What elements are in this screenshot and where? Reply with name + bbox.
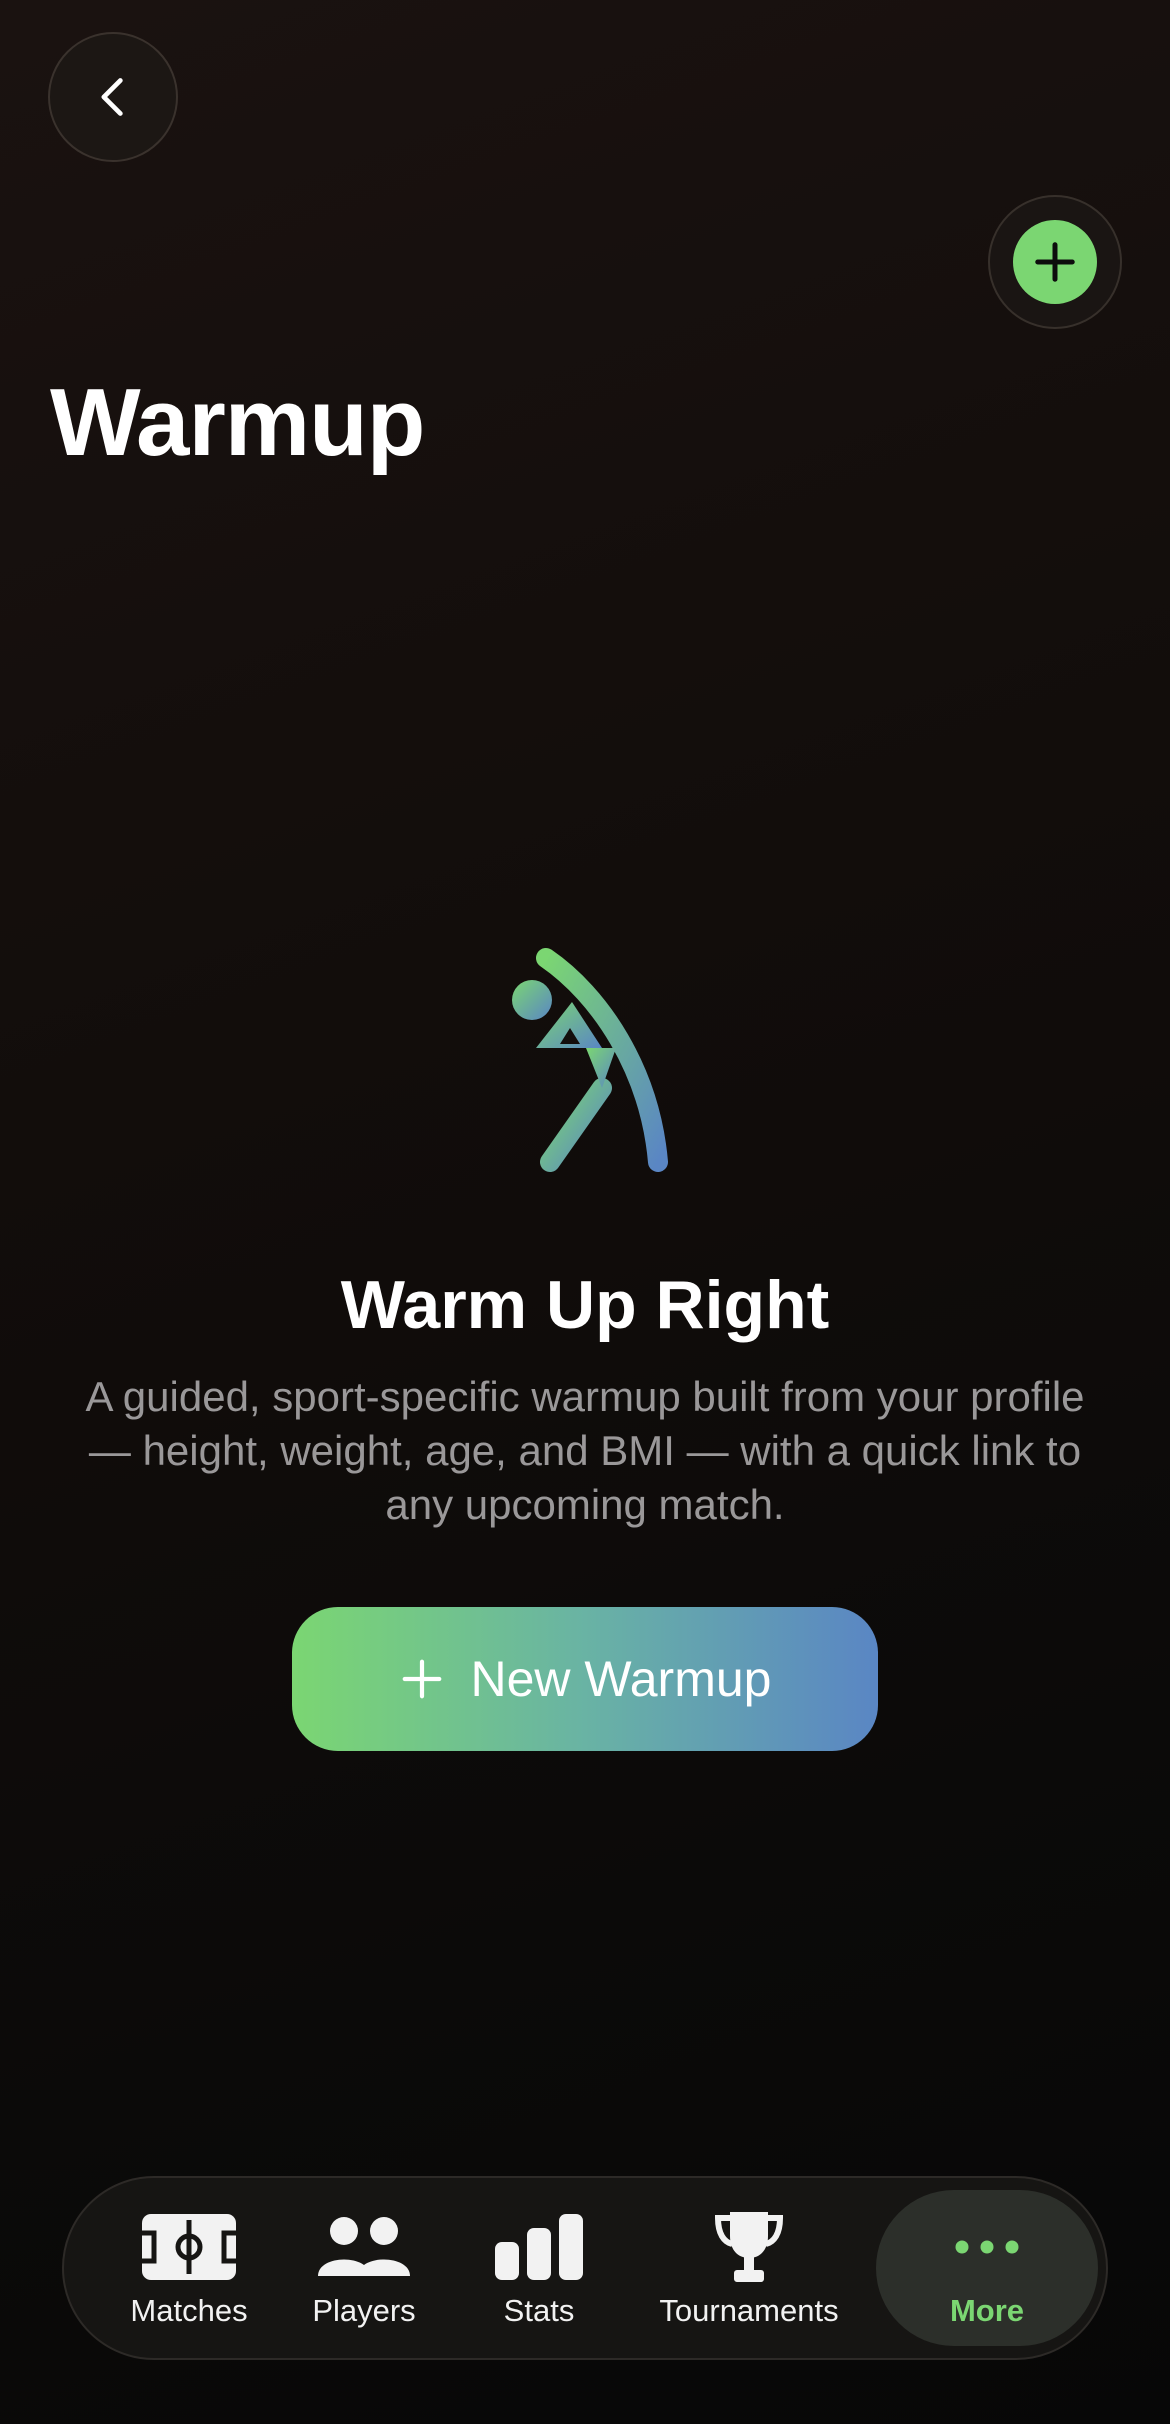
empty-state-description: A guided, sport-specific warmup built fr… <box>85 1373 1085 1528</box>
tab-matches-label: Matches <box>130 2293 248 2328</box>
add-button-circle <box>1013 220 1097 304</box>
add-warmup-button[interactable] <box>988 195 1122 329</box>
chevron-left-icon <box>101 78 123 116</box>
new-warmup-label: New Warmup <box>470 1651 772 1707</box>
tab-matches[interactable]: Matches <box>104 2178 274 2358</box>
plus-icon <box>1035 242 1075 282</box>
tab-more-label: More <box>949 2293 1025 2328</box>
page-title: Warmup <box>50 369 425 476</box>
new-warmup-button[interactable]: New Warmup <box>292 1607 878 1751</box>
stretching-figure-icon <box>490 940 680 1180</box>
tab-players[interactable]: Players <box>289 2178 439 2358</box>
ellipsis-icon <box>955 2207 1019 2287</box>
bar-chart-icon <box>495 2207 583 2287</box>
trophy-icon <box>714 2207 784 2287</box>
plus-icon <box>402 1659 441 1699</box>
tab-more[interactable]: More <box>876 2190 1098 2346</box>
tab-tournaments[interactable]: Tournaments <box>634 2178 864 2358</box>
tab-tournaments-label: Tournaments <box>659 2293 839 2328</box>
tab-players-label: Players <box>312 2293 416 2328</box>
tab-stats[interactable]: Stats <box>474 2178 604 2358</box>
tab-stats-label: Stats <box>503 2293 575 2328</box>
soccer-field-icon <box>142 2207 236 2287</box>
back-button[interactable] <box>48 32 178 162</box>
empty-state-title: Warm Up Right <box>340 1267 830 1343</box>
tab-bar: Matches Players Stats Tournaments More <box>62 2176 1108 2360</box>
people-icon <box>316 2207 412 2287</box>
